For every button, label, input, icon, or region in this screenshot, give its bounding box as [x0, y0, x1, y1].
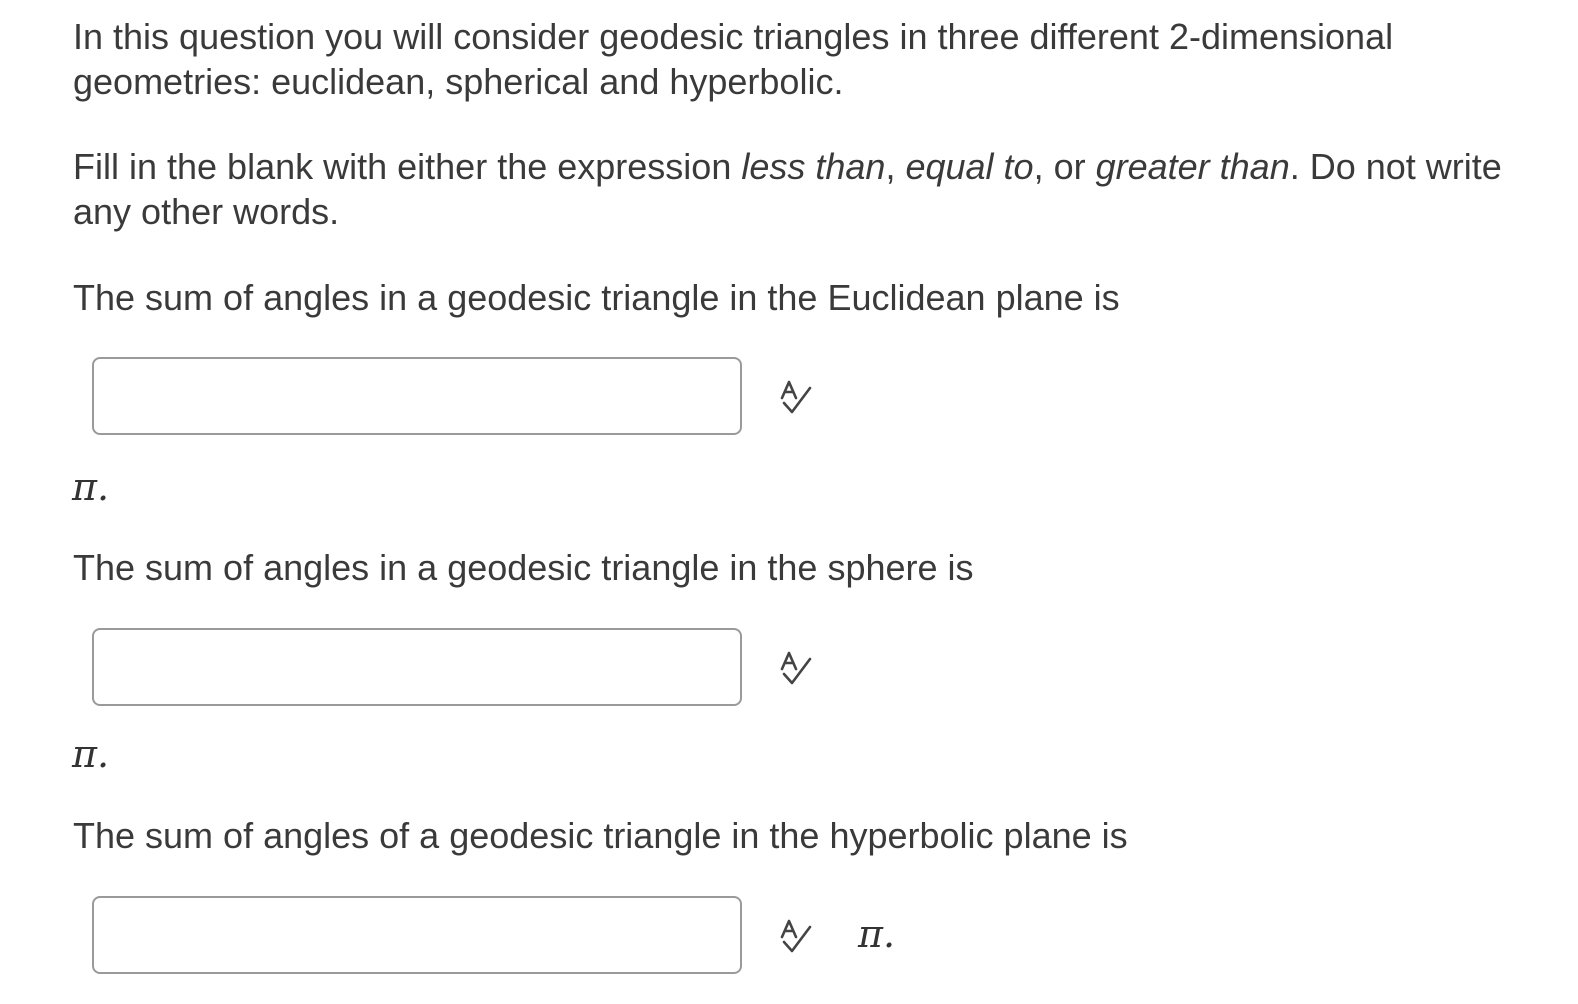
question-2-suffix: π.	[72, 732, 110, 776]
option-less-than: less than	[741, 146, 886, 187]
answer-input-sphere[interactable]	[92, 628, 742, 706]
question-2-prompt: The sum of angles in a geodesic triangle…	[73, 547, 974, 588]
question-1-prompt: The sum of angles in a geodesic triangle…	[73, 277, 1120, 318]
spellcheck-icon[interactable]	[776, 649, 816, 689]
option-equal-to: equal to	[905, 146, 1034, 187]
instructions-sep2: , or	[1033, 146, 1096, 187]
question-3-suffix: π.	[858, 912, 896, 956]
answer-input-euclidean[interactable]	[92, 357, 742, 435]
spellcheck-icon[interactable]	[776, 917, 816, 957]
instructions-part1: Fill in the blank with either the expres…	[73, 146, 742, 187]
question-1-suffix: π.	[72, 465, 110, 509]
question-3-prompt: The sum of angles of a geodesic triangle…	[73, 815, 1128, 856]
instructions-text: Fill in the blank with either the expres…	[73, 144, 1533, 234]
option-greater-than: greater than	[1095, 146, 1290, 187]
instructions-sep1: ,	[885, 146, 906, 187]
intro-text: In this question you will consider geode…	[73, 16, 1394, 102]
answer-input-hyperbolic[interactable]	[92, 896, 742, 974]
spellcheck-icon[interactable]	[776, 378, 816, 418]
